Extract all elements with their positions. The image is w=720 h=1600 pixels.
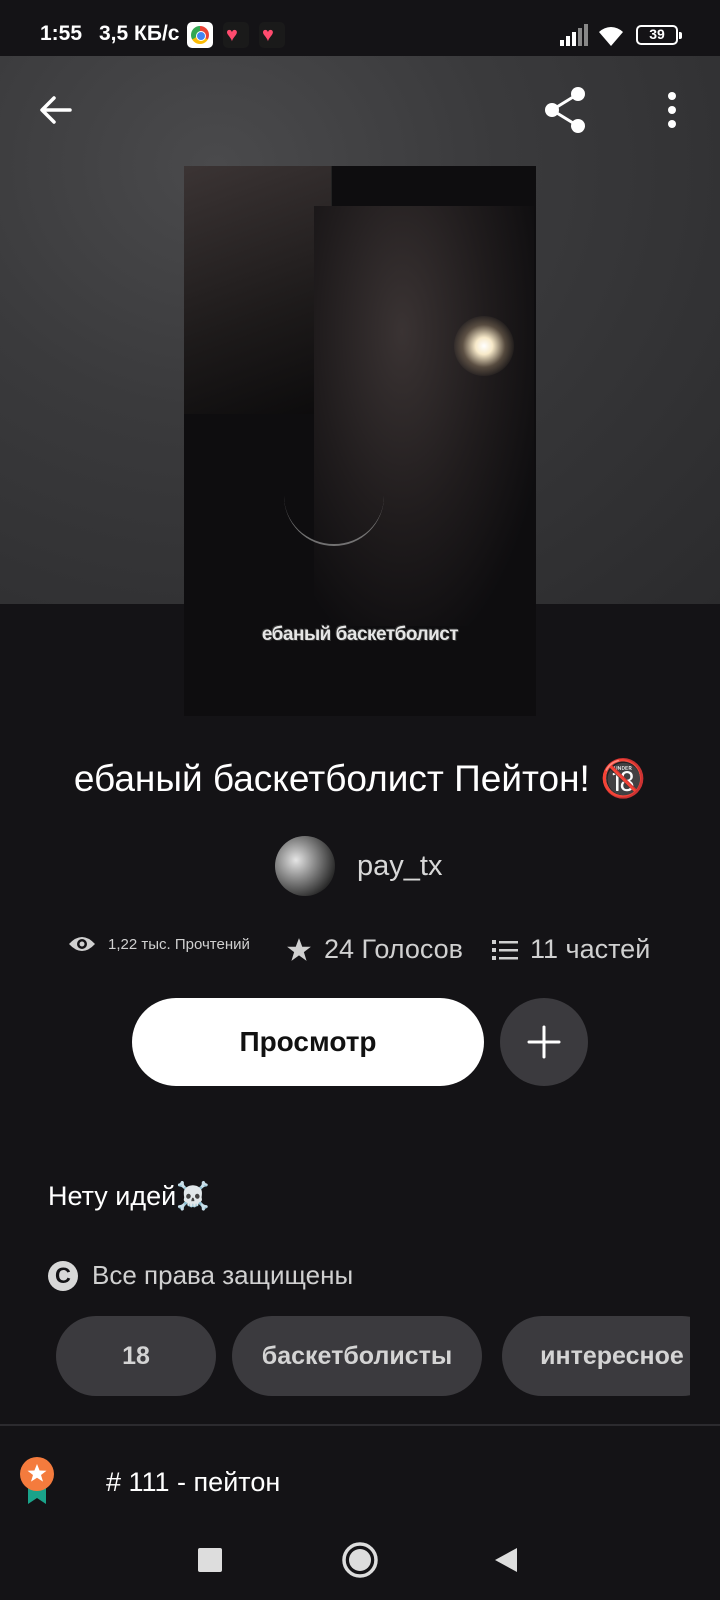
recents-button[interactable] [186,1536,234,1584]
votes-count: 24 Голосов [324,934,464,964]
story-description: Нету идей☠️ [48,1181,210,1211]
copyright-text: Все права защищены [92,1260,354,1290]
share-icon [545,87,585,133]
avatar [275,836,335,896]
ranking-badge-icon [20,1457,54,1504]
plus-icon [527,1025,561,1059]
system-nav-bar [0,1516,720,1600]
stat-parts: 11 частей [492,934,650,965]
heart-app-icon: ♥ [259,22,285,48]
copyright-icon: C [48,1260,78,1291]
battery-level: 39 [649,26,665,42]
cover-inset-photo [184,166,332,414]
square-icon [198,1548,222,1572]
story-cover[interactable]: ебаный баскетболист [184,166,536,716]
tag-list: 18 баскетболисты интересное [56,1316,690,1396]
cover-caption: ебаный баскетболист [261,624,459,645]
battery-icon: 39 [636,25,682,45]
share-button[interactable] [542,86,590,134]
cover-chain [284,426,384,546]
home-button[interactable] [336,1536,384,1584]
author-name: pay_tx [357,849,443,882]
reads-count: 1,22 тыс. Прочтений [108,935,250,953]
read-button[interactable]: Просмотр [132,998,484,1086]
triangle-left-icon [495,1548,517,1572]
more-vertical-icon [668,92,676,128]
tag-chip[interactable]: баскетболисты [232,1316,482,1396]
tag-chip[interactable]: 18 [56,1316,216,1396]
cover-phone-flash [454,316,514,376]
star-icon [287,937,311,961]
ranking-text: # 111 - пейтон [106,1466,281,1497]
copyright-notice: C Все права защищены [48,1260,353,1291]
status-net-speed: 3,5 КБ/с [99,22,180,45]
tag-chip[interactable]: интересное [502,1316,690,1396]
divider [0,1424,720,1426]
story-title: ебаный баскетболист Пейтон! 🔞 [73,758,647,799]
back-nav-button[interactable] [482,1536,530,1584]
arrow-left-icon [40,96,72,124]
status-time: 1:55 [40,22,83,45]
cover-photo-figure [314,206,534,626]
wifi-icon [599,27,623,46]
heart-app-icon: ♥ [223,22,249,48]
signal-icon [560,24,588,46]
ranking-row[interactable]: # 111 - пейтон [18,1456,280,1506]
eye-icon [69,937,95,951]
list-icon [492,939,518,960]
status-bar: 1:55 3,5 КБ/с ♥ ♥ 39 [0,0,720,56]
circle-icon [342,1542,378,1578]
author-link[interactable]: pay_tx [275,836,442,896]
stat-votes: 24 Голосов [286,934,463,965]
more-button[interactable] [648,86,696,134]
story-stats: 1,22 тыс. Прочтений 24 Голосов 11 частей [0,934,720,968]
add-to-library-button[interactable] [500,998,588,1086]
chrome-icon [187,22,213,48]
stat-reads: 1,22 тыс. Прочтений [68,934,250,954]
back-button[interactable] [32,86,80,134]
parts-count: 11 частей [530,934,651,964]
